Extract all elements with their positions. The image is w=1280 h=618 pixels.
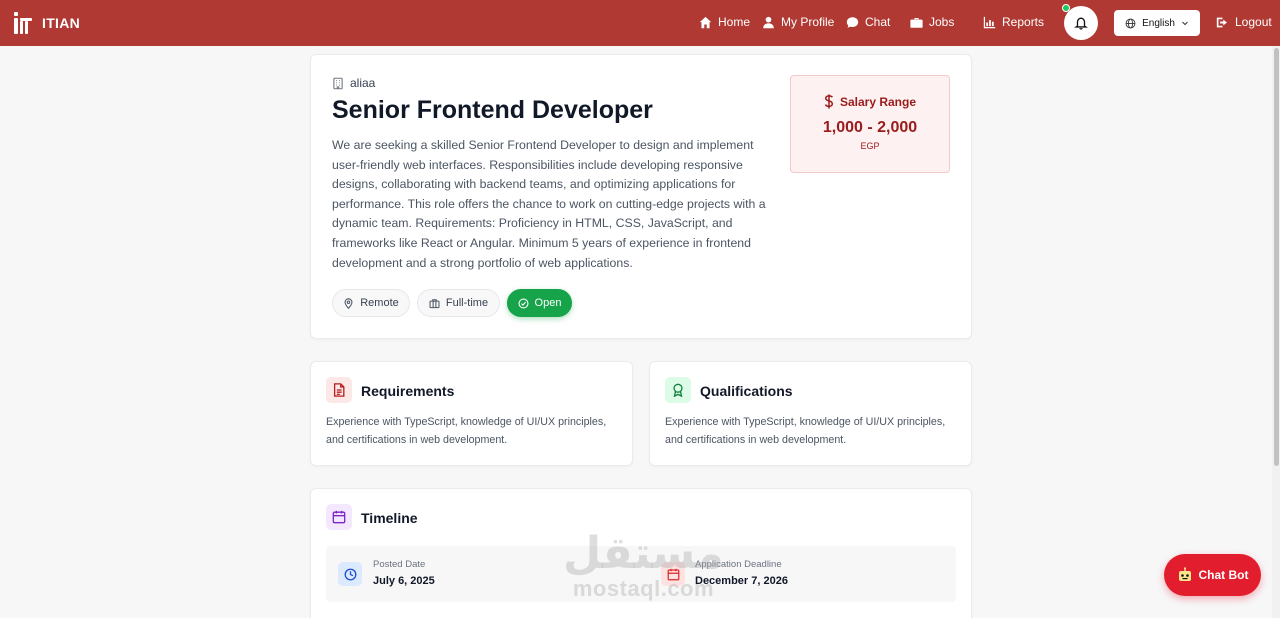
- clock-icon: [338, 562, 362, 586]
- brand-logo-icon: [14, 12, 32, 34]
- brand-name: ITIAN: [42, 15, 81, 31]
- qualifications-text: Experience with TypeScript, knowledge of…: [665, 416, 946, 446]
- briefcase-icon: [910, 17, 923, 28]
- navbar: ITIAN Home My Profile Chat Jobs Reports …: [0, 0, 1280, 46]
- nav-reports[interactable]: Reports: [983, 15, 1044, 29]
- chevron-down-icon: [1182, 21, 1188, 26]
- status-label: Open: [534, 297, 562, 309]
- salary-amount: 1,000 - 2,000: [822, 119, 918, 136]
- nav-logout-label: Logout: [1235, 15, 1272, 29]
- dollar-icon: [824, 94, 834, 109]
- watermark: مستقل mostaql.com: [563, 532, 724, 600]
- calendar-icon: [326, 504, 352, 530]
- home-icon: [699, 16, 712, 28]
- nav-chat[interactable]: Chat: [846, 15, 890, 29]
- nav-home-label: Home: [718, 15, 751, 29]
- watermark-arabic: مستقل: [563, 529, 724, 578]
- award-icon: [665, 377, 691, 403]
- chat-bot-button[interactable]: Chat Bot: [1164, 554, 1261, 596]
- nav-chat-label: Chat: [865, 15, 891, 29]
- posted-date-label: Posted Date: [373, 559, 426, 570]
- bar-chart-icon: [983, 16, 996, 28]
- language-selector[interactable]: English: [1114, 10, 1200, 36]
- posted-date-value: July 6, 2025: [373, 575, 435, 587]
- map-pin-icon: [344, 297, 353, 309]
- nav-logout[interactable]: Logout: [1216, 15, 1272, 29]
- location-tag: Remote: [332, 289, 410, 317]
- job-title: Senior Frontend Developer: [332, 96, 653, 124]
- salary-currency: EGP: [860, 141, 880, 151]
- job-type-label: Full-time: [445, 297, 489, 309]
- briefcase-icon: [429, 298, 440, 308]
- language-label: English: [1142, 17, 1175, 29]
- nav-jobs[interactable]: Jobs: [910, 15, 954, 29]
- chat-icon: [846, 16, 859, 28]
- chat-bot-label: Chat Bot: [1198, 568, 1249, 582]
- requirements-text: Experience with TypeScript, knowledge of…: [326, 416, 607, 446]
- job-description: We are seeking a skilled Senior Frontend…: [332, 138, 766, 270]
- notification-status-dot: [1062, 4, 1070, 12]
- user-icon: [763, 16, 774, 28]
- robot-icon: [1178, 567, 1191, 581]
- notifications-button[interactable]: [1064, 6, 1098, 40]
- company-row: aliaa: [332, 76, 375, 90]
- nav-my-profile[interactable]: My Profile: [762, 15, 834, 29]
- globe-icon: [1125, 18, 1136, 28]
- logout-icon: [1216, 17, 1227, 27]
- check-circle-icon: [518, 297, 529, 309]
- job-type-tag: Full-time: [417, 289, 500, 317]
- salary-label: Salary Range: [839, 94, 917, 109]
- brand[interactable]: ITIAN: [14, 12, 80, 34]
- nav-my-profile-label: My Profile: [781, 15, 835, 29]
- document-icon: [326, 377, 352, 403]
- company-name: aliaa: [350, 76, 376, 90]
- watermark-latin: mostaql.com: [572, 576, 715, 601]
- requirements-title: Requirements: [361, 383, 455, 399]
- nav-reports-label: Reports: [1002, 15, 1045, 29]
- bell-icon: [1074, 17, 1088, 30]
- scrollbar-thumb[interactable]: [1274, 48, 1279, 466]
- nav-jobs-label: Jobs: [929, 15, 955, 29]
- qualifications-title: Qualifications: [700, 383, 793, 399]
- building-icon: [333, 77, 343, 89]
- salary-box: Salary Range 1,000 - 2,000 EGP: [790, 75, 950, 173]
- status-badge: Open: [507, 289, 572, 317]
- location-label: Remote: [360, 297, 399, 309]
- timeline-title: Timeline: [361, 510, 418, 526]
- nav-home[interactable]: Home: [699, 15, 750, 29]
